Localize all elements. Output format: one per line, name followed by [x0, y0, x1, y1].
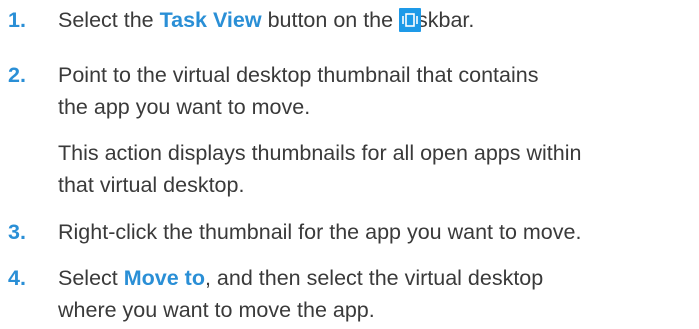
step-1-text-post: button on the taskbar. [261, 8, 475, 32]
step-3-number: 3. [8, 220, 26, 244]
step-2-line-2: the app you want to move. [58, 95, 311, 119]
step-4-line-1: Select Move to, and then select the virt… [58, 264, 543, 292]
step-4-line-2: where you want to move the app. [58, 298, 375, 322]
step-2-note-line-1: This action displays thumbnails for all … [58, 141, 582, 165]
step-1-text-pre: Select the [58, 8, 160, 32]
step-1-number: 1. [8, 8, 26, 32]
step-2-note-line-2: that virtual desktop. [58, 173, 245, 197]
step-2-number: 2. [8, 63, 26, 87]
step-4-text-post: , and then select the virtual desktop [204, 266, 544, 290]
step-4-text-pre: Select [58, 266, 124, 290]
step-3-text: Right-click the thumbnail for the app yo… [58, 220, 582, 244]
move-to-keyword: Move to [123, 266, 205, 290]
task-view-keyword: Task View [159, 8, 262, 32]
step-2-line-1: Point to the virtual desktop thumbnail t… [58, 63, 539, 87]
task-view-icon [399, 8, 421, 32]
step-4-number: 4. [8, 266, 26, 290]
